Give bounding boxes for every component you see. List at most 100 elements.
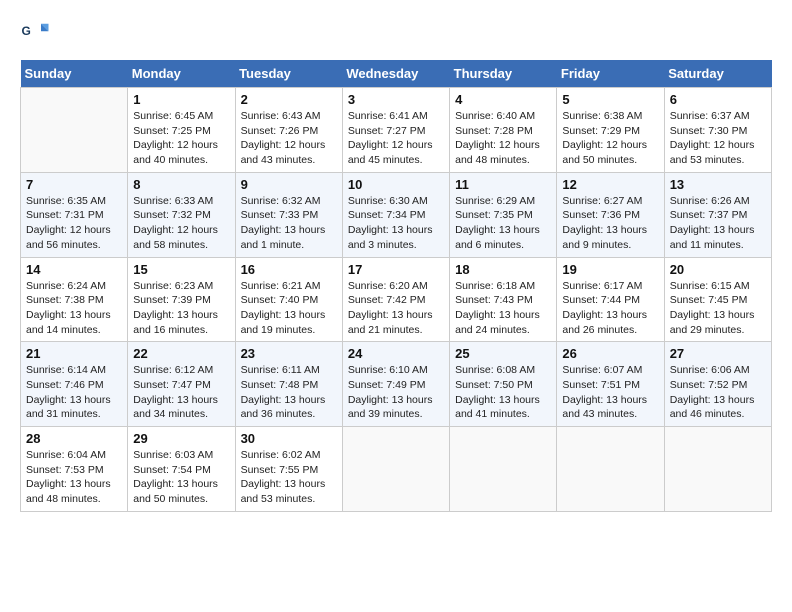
day-number: 30 — [241, 431, 337, 446]
day-number: 25 — [455, 346, 551, 361]
calendar-cell: 15 Sunrise: 6:23 AMSunset: 7:39 PMDaylig… — [128, 257, 235, 342]
day-number: 19 — [562, 262, 658, 277]
day-number: 21 — [26, 346, 122, 361]
calendar-cell — [664, 427, 771, 512]
day-number: 8 — [133, 177, 229, 192]
weekday-header: Tuesday — [235, 60, 342, 88]
calendar-cell: 20 Sunrise: 6:15 AMSunset: 7:45 PMDaylig… — [664, 257, 771, 342]
page-header: G — [20, 20, 772, 50]
calendar-cell: 12 Sunrise: 6:27 AMSunset: 7:36 PMDaylig… — [557, 172, 664, 257]
day-number: 29 — [133, 431, 229, 446]
day-info: Sunrise: 6:06 AMSunset: 7:52 PMDaylight:… — [670, 363, 766, 422]
day-number: 22 — [133, 346, 229, 361]
calendar-cell: 10 Sunrise: 6:30 AMSunset: 7:34 PMDaylig… — [342, 172, 449, 257]
day-info: Sunrise: 6:02 AMSunset: 7:55 PMDaylight:… — [241, 448, 337, 507]
day-info: Sunrise: 6:24 AMSunset: 7:38 PMDaylight:… — [26, 279, 122, 338]
day-number: 4 — [455, 92, 551, 107]
calendar-cell: 16 Sunrise: 6:21 AMSunset: 7:40 PMDaylig… — [235, 257, 342, 342]
day-info: Sunrise: 6:04 AMSunset: 7:53 PMDaylight:… — [26, 448, 122, 507]
day-number: 14 — [26, 262, 122, 277]
day-number: 9 — [241, 177, 337, 192]
calendar-week: 7 Sunrise: 6:35 AMSunset: 7:31 PMDayligh… — [21, 172, 772, 257]
day-info: Sunrise: 6:38 AMSunset: 7:29 PMDaylight:… — [562, 109, 658, 168]
day-info: Sunrise: 6:32 AMSunset: 7:33 PMDaylight:… — [241, 194, 337, 253]
calendar-cell: 5 Sunrise: 6:38 AMSunset: 7:29 PMDayligh… — [557, 88, 664, 173]
calendar-cell: 17 Sunrise: 6:20 AMSunset: 7:42 PMDaylig… — [342, 257, 449, 342]
weekday-header: Wednesday — [342, 60, 449, 88]
weekday-header: Monday — [128, 60, 235, 88]
calendar-body: 1 Sunrise: 6:45 AMSunset: 7:25 PMDayligh… — [21, 88, 772, 512]
day-info: Sunrise: 6:15 AMSunset: 7:45 PMDaylight:… — [670, 279, 766, 338]
day-info: Sunrise: 6:14 AMSunset: 7:46 PMDaylight:… — [26, 363, 122, 422]
day-number: 18 — [455, 262, 551, 277]
calendar-cell: 18 Sunrise: 6:18 AMSunset: 7:43 PMDaylig… — [450, 257, 557, 342]
calendar-cell — [21, 88, 128, 173]
day-info: Sunrise: 6:29 AMSunset: 7:35 PMDaylight:… — [455, 194, 551, 253]
calendar-table: SundayMondayTuesdayWednesdayThursdayFrid… — [20, 60, 772, 512]
calendar-cell: 21 Sunrise: 6:14 AMSunset: 7:46 PMDaylig… — [21, 342, 128, 427]
weekday-header: Sunday — [21, 60, 128, 88]
logo-icon: G — [20, 20, 50, 50]
day-number: 3 — [348, 92, 444, 107]
day-info: Sunrise: 6:18 AMSunset: 7:43 PMDaylight:… — [455, 279, 551, 338]
calendar-week: 21 Sunrise: 6:14 AMSunset: 7:46 PMDaylig… — [21, 342, 772, 427]
day-info: Sunrise: 6:27 AMSunset: 7:36 PMDaylight:… — [562, 194, 658, 253]
day-info: Sunrise: 6:41 AMSunset: 7:27 PMDaylight:… — [348, 109, 444, 168]
weekday-header: Saturday — [664, 60, 771, 88]
day-info: Sunrise: 6:21 AMSunset: 7:40 PMDaylight:… — [241, 279, 337, 338]
day-info: Sunrise: 6:10 AMSunset: 7:49 PMDaylight:… — [348, 363, 444, 422]
day-number: 23 — [241, 346, 337, 361]
calendar-cell — [450, 427, 557, 512]
weekday-header: Friday — [557, 60, 664, 88]
calendar-cell: 24 Sunrise: 6:10 AMSunset: 7:49 PMDaylig… — [342, 342, 449, 427]
day-info: Sunrise: 6:40 AMSunset: 7:28 PMDaylight:… — [455, 109, 551, 168]
day-info: Sunrise: 6:30 AMSunset: 7:34 PMDaylight:… — [348, 194, 444, 253]
day-number: 1 — [133, 92, 229, 107]
calendar-cell: 29 Sunrise: 6:03 AMSunset: 7:54 PMDaylig… — [128, 427, 235, 512]
day-number: 5 — [562, 92, 658, 107]
day-number: 20 — [670, 262, 766, 277]
day-info: Sunrise: 6:35 AMSunset: 7:31 PMDaylight:… — [26, 194, 122, 253]
calendar-cell — [557, 427, 664, 512]
day-number: 11 — [455, 177, 551, 192]
day-number: 15 — [133, 262, 229, 277]
calendar-cell: 4 Sunrise: 6:40 AMSunset: 7:28 PMDayligh… — [450, 88, 557, 173]
logo: G — [20, 20, 54, 50]
day-number: 16 — [241, 262, 337, 277]
calendar-cell: 25 Sunrise: 6:08 AMSunset: 7:50 PMDaylig… — [450, 342, 557, 427]
day-info: Sunrise: 6:26 AMSunset: 7:37 PMDaylight:… — [670, 194, 766, 253]
day-info: Sunrise: 6:45 AMSunset: 7:25 PMDaylight:… — [133, 109, 229, 168]
svg-text:G: G — [22, 24, 31, 38]
day-info: Sunrise: 6:20 AMSunset: 7:42 PMDaylight:… — [348, 279, 444, 338]
calendar-cell: 3 Sunrise: 6:41 AMSunset: 7:27 PMDayligh… — [342, 88, 449, 173]
calendar-cell — [342, 427, 449, 512]
day-number: 26 — [562, 346, 658, 361]
weekday-header: Thursday — [450, 60, 557, 88]
day-info: Sunrise: 6:11 AMSunset: 7:48 PMDaylight:… — [241, 363, 337, 422]
day-info: Sunrise: 6:23 AMSunset: 7:39 PMDaylight:… — [133, 279, 229, 338]
calendar-cell: 7 Sunrise: 6:35 AMSunset: 7:31 PMDayligh… — [21, 172, 128, 257]
calendar-cell: 11 Sunrise: 6:29 AMSunset: 7:35 PMDaylig… — [450, 172, 557, 257]
day-number: 6 — [670, 92, 766, 107]
day-number: 7 — [26, 177, 122, 192]
day-number: 13 — [670, 177, 766, 192]
calendar-cell: 6 Sunrise: 6:37 AMSunset: 7:30 PMDayligh… — [664, 88, 771, 173]
day-info: Sunrise: 6:03 AMSunset: 7:54 PMDaylight:… — [133, 448, 229, 507]
day-info: Sunrise: 6:07 AMSunset: 7:51 PMDaylight:… — [562, 363, 658, 422]
day-number: 17 — [348, 262, 444, 277]
day-number: 2 — [241, 92, 337, 107]
calendar-cell: 14 Sunrise: 6:24 AMSunset: 7:38 PMDaylig… — [21, 257, 128, 342]
calendar-cell: 23 Sunrise: 6:11 AMSunset: 7:48 PMDaylig… — [235, 342, 342, 427]
day-number: 10 — [348, 177, 444, 192]
calendar-cell: 26 Sunrise: 6:07 AMSunset: 7:51 PMDaylig… — [557, 342, 664, 427]
calendar-cell: 30 Sunrise: 6:02 AMSunset: 7:55 PMDaylig… — [235, 427, 342, 512]
calendar-week: 1 Sunrise: 6:45 AMSunset: 7:25 PMDayligh… — [21, 88, 772, 173]
day-number: 12 — [562, 177, 658, 192]
day-number: 28 — [26, 431, 122, 446]
day-number: 24 — [348, 346, 444, 361]
calendar-cell: 9 Sunrise: 6:32 AMSunset: 7:33 PMDayligh… — [235, 172, 342, 257]
day-info: Sunrise: 6:43 AMSunset: 7:26 PMDaylight:… — [241, 109, 337, 168]
calendar-week: 28 Sunrise: 6:04 AMSunset: 7:53 PMDaylig… — [21, 427, 772, 512]
calendar-week: 14 Sunrise: 6:24 AMSunset: 7:38 PMDaylig… — [21, 257, 772, 342]
day-info: Sunrise: 6:12 AMSunset: 7:47 PMDaylight:… — [133, 363, 229, 422]
